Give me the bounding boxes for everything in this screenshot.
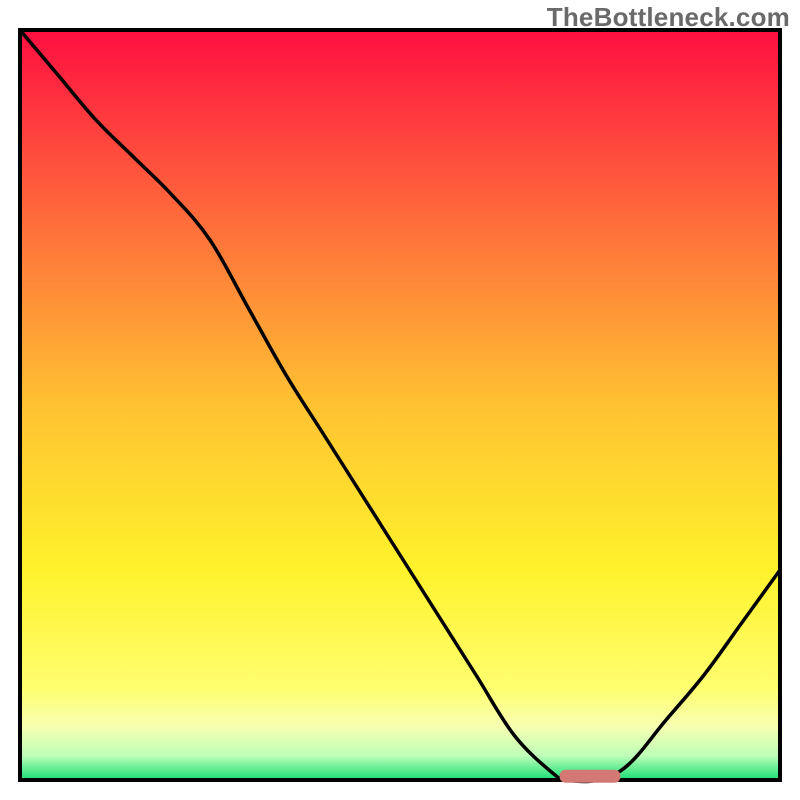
plot-background bbox=[22, 32, 778, 778]
optimal-marker bbox=[560, 770, 621, 783]
chart-canvas: TheBottleneck.com bbox=[0, 0, 800, 800]
chart-svg bbox=[0, 0, 800, 800]
